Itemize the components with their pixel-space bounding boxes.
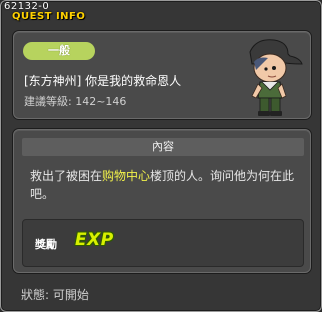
quest-status: 狀態: 可開始 (21, 288, 89, 302)
exp-reward-icon: EXP (75, 230, 114, 250)
character-portrait-icon (249, 39, 303, 116)
desc-text-start: 救出了被困在 (30, 169, 103, 183)
quest-description: 救出了被困在购物中心楼顶的人。询问他为何在此吧。 (30, 167, 296, 203)
required-level: 建議等級: 142~146 (24, 95, 127, 108)
quest-name: [东方神州] 你是我的救命恩人 (24, 74, 182, 88)
content-title: 內容 (22, 138, 304, 156)
quest-content-panel: 內容 救出了被困在购物中心楼顶的人。询问他为何在此吧。 獎勵 EXP (13, 129, 311, 273)
reward-box: 獎勵 EXP (22, 219, 304, 267)
category-badge: 一般 (23, 42, 95, 60)
desc-highlight-location: 购物中心 (102, 169, 151, 183)
quest-info-window: 62132-0 QUEST INFO 一般 [东方神州] 你是我的救命恩人 建議… (0, 0, 322, 312)
reward-label: 獎勵 (35, 238, 57, 251)
quest-header-panel: 一般 [东方神州] 你是我的救命恩人 建議等級: 142~146 (13, 31, 311, 119)
window-title: QUEST INFO (12, 11, 86, 22)
